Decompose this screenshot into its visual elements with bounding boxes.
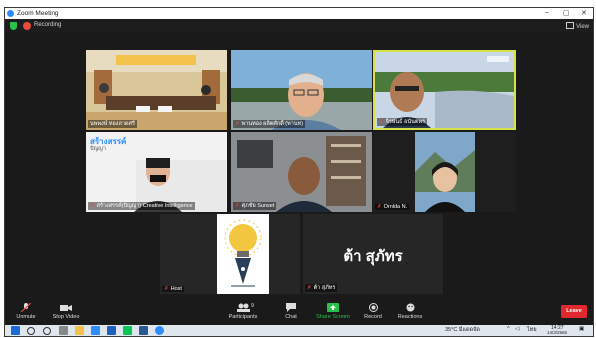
video-feed-office — [231, 132, 372, 212]
brand-logo-line2: ปัญญา — [90, 146, 106, 152]
stop-video-button[interactable]: Stop Video — [49, 303, 83, 320]
window-title: Zoom Meeting — [17, 10, 59, 17]
video-camera-icon — [60, 305, 72, 311]
record-button[interactable]: Record — [361, 303, 385, 320]
minimize-button[interactable]: – — [545, 9, 549, 16]
leave-button[interactable]: Leave — [561, 305, 587, 318]
mic-muted-icon: ✗ — [379, 119, 384, 125]
share-screen-button[interactable]: Share Screen — [315, 303, 351, 320]
participant-name: ✗ Host — [162, 286, 184, 292]
video-tile[interactable]: ✗ Ornlda N. — [373, 132, 516, 212]
chat-icon — [286, 303, 296, 312]
file-explorer-icon[interactable] — [75, 326, 84, 335]
video-tile-active-speaker[interactable]: ✗ จิรพันธ์ อนันตพร — [373, 50, 516, 130]
close-button[interactable]: ✕ — [581, 9, 587, 17]
participants-button[interactable]: Participants 9 — [223, 303, 263, 320]
participants-label: Participants — [228, 314, 258, 320]
title-bar: Zoom Meeting – ▢ ✕ — [5, 8, 593, 19]
zoom-logo-icon — [7, 10, 14, 17]
word-app-icon[interactable] — [139, 326, 148, 335]
view-label: View — [576, 24, 589, 30]
recording-label: Recording — [34, 22, 62, 28]
participant-name: ✗ ศุภชัย Sunset — [233, 202, 277, 210]
participant-name: ✗ Ornlda N. — [375, 204, 410, 210]
mic-muted-icon: ✗ — [90, 203, 95, 209]
participant-name: ✗ พานทอง ผลิตศักดิ์ (พานท) — [233, 120, 306, 128]
view-button[interactable]: View — [566, 22, 589, 30]
mic-muted-icon: ✗ — [307, 285, 312, 291]
video-tile[interactable]: นพพงษ์ ทองลาดศรี — [86, 50, 227, 130]
share-screen-label: Share Screen — [316, 314, 350, 320]
mic-muted-icon: ✗ — [377, 204, 382, 210]
task-view-icon[interactable] — [43, 327, 51, 335]
notification-icon[interactable]: ▣ — [579, 326, 584, 332]
stop-video-label: Stop Video — [52, 314, 80, 320]
participant-name: ✗ ต้า สุภัทร — [305, 284, 338, 292]
video-feed-lake — [375, 52, 514, 128]
chat-button[interactable]: Chat — [281, 303, 301, 320]
security-shield-icon[interactable] — [10, 22, 17, 30]
reactions-label: Reactions — [397, 314, 423, 320]
widgets-icon[interactable] — [59, 326, 68, 335]
grid-view-icon — [566, 22, 575, 29]
participant-name: ✗ จิรพันธ์ อนันตพร — [377, 118, 428, 126]
participant-name: นพพงษ์ ทองลาดศรี — [88, 120, 137, 128]
language-indicator[interactable]: ไทย — [527, 326, 537, 334]
windows-start-icon[interactable] — [11, 326, 20, 335]
windows-taskbar: 35°C มีแดดจัด ^ ◁ ไทย 14:27 14/3/2565 ▣ — [5, 325, 593, 336]
store-icon[interactable] — [91, 326, 100, 335]
volume-icon[interactable]: ◁ — [515, 326, 519, 332]
video-feed-riverside — [231, 50, 372, 130]
meeting-top-bar: Recording View — [5, 19, 593, 33]
unmute-button[interactable]: Unmute — [11, 303, 41, 320]
zoom-taskbar-icon[interactable] — [155, 326, 164, 335]
mic-muted-icon: ✗ — [235, 203, 240, 209]
clock-date: 14/3/2565 — [547, 330, 568, 335]
meeting-toolbar: Unmute Stop Video Participants 9 Chat Sh… — [5, 300, 593, 325]
participants-count: 9 — [251, 303, 255, 309]
video-tile[interactable]: ✗ ศุภชัย Sunset — [231, 132, 372, 212]
line-app-icon[interactable] — [123, 326, 132, 335]
mic-muted-icon: ✗ — [235, 121, 240, 127]
participant-name: ✗ สร้างสรรค์(ปัญญา) Creative Intelligence — [88, 202, 195, 210]
lightbulb-pen-icon — [217, 214, 269, 294]
share-screen-icon — [327, 303, 339, 312]
video-feed-mountain — [415, 132, 475, 212]
mic-muted-icon — [21, 303, 31, 312]
search-icon[interactable] — [27, 327, 35, 335]
video-tile[interactable]: ✗ พานทอง ผลิตศักดิ์ (พานท) — [231, 50, 372, 130]
participants-icon — [237, 303, 250, 312]
zoom-window: Zoom Meeting – ▢ ✕ Recording View นพพงษ์… — [4, 7, 594, 337]
reactions-smiley-icon — [406, 303, 414, 312]
record-label: Record — [364, 314, 382, 320]
participant-display-name: ต้า สุภัทร — [343, 248, 403, 265]
video-tile[interactable]: ✗ Host — [160, 214, 300, 294]
recording-icon — [23, 22, 31, 30]
video-tile-no-video[interactable]: ต้า สุภัทร ✗ ต้า สุภัทร — [303, 214, 443, 294]
mic-muted-icon: ✗ — [164, 286, 169, 292]
chat-label: Chat — [285, 314, 297, 320]
reactions-button[interactable]: Reactions — [395, 303, 425, 320]
weather-text[interactable]: 35°C มีแดดจัด — [445, 326, 480, 334]
video-feed-meeting-room — [86, 50, 227, 130]
record-icon — [368, 303, 378, 312]
tray-chevron-icon[interactable]: ^ — [507, 326, 510, 332]
maximize-button[interactable]: ▢ — [563, 9, 570, 17]
unmute-label: Unmute — [16, 314, 36, 320]
app-icon[interactable] — [107, 326, 116, 335]
video-tile[interactable]: สร้างสรรค์ ปัญญา ✗ สร้างสรรค์(ปัญญา) Crea… — [86, 132, 227, 212]
